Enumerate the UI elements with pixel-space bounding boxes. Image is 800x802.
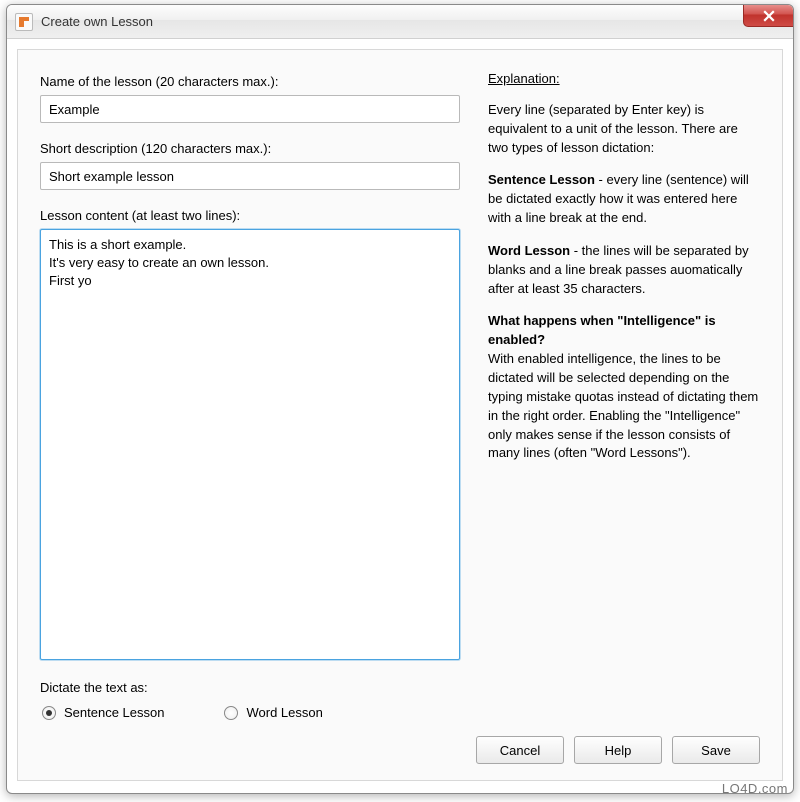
lesson-name-label: Name of the lesson (20 characters max.): (40, 74, 460, 89)
radio-sentence-label: Sentence Lesson (64, 705, 164, 720)
dictate-radios: Sentence Lesson Word Lesson (40, 705, 460, 720)
word-lesson-bold: Word Lesson (488, 243, 570, 258)
help-button[interactable]: Help (574, 736, 662, 764)
lesson-name-input[interactable] (40, 95, 460, 123)
radio-word-lesson[interactable]: Word Lesson (224, 705, 322, 720)
dictate-section: Dictate the text as: Sentence Lesson Wor… (40, 676, 460, 720)
intel-body: With enabled intelligence, the lines to … (488, 351, 758, 460)
left-column: Name of the lesson (20 characters max.):… (40, 70, 460, 720)
radio-circle-icon (224, 706, 238, 720)
lesson-content-textarea[interactable] (40, 229, 460, 660)
radio-word-label: Word Lesson (246, 705, 322, 720)
explanation-sentence: Sentence Lesson - every line (sentence) … (488, 171, 760, 228)
dictate-label: Dictate the text as: (40, 680, 460, 695)
columns: Name of the lesson (20 characters max.):… (40, 70, 760, 720)
radio-sentence-lesson[interactable]: Sentence Lesson (42, 705, 164, 720)
close-button[interactable] (743, 5, 793, 27)
cancel-button[interactable]: Cancel (476, 736, 564, 764)
titlebar: Create own Lesson (7, 5, 793, 39)
window-title: Create own Lesson (41, 14, 153, 29)
dialog-window: Create own Lesson Name of the lesson (20… (6, 4, 794, 794)
explanation-word: Word Lesson - the lines will be separate… (488, 242, 760, 299)
app-icon (15, 13, 33, 31)
explanation-intro: Every line (separated by Enter key) is e… (488, 101, 760, 158)
intel-heading: What happens when "Intelligence" is enab… (488, 313, 716, 347)
sentence-lesson-bold: Sentence Lesson (488, 172, 595, 187)
dialog-body: Name of the lesson (20 characters max.):… (17, 49, 783, 781)
radio-dot-icon (42, 706, 56, 720)
lesson-desc-input[interactable] (40, 162, 460, 190)
save-button[interactable]: Save (672, 736, 760, 764)
explanation-panel: Explanation: Every line (separated by En… (488, 70, 760, 720)
lesson-desc-label: Short description (120 characters max.): (40, 141, 460, 156)
button-row: Cancel Help Save (40, 736, 760, 764)
lesson-content-label: Lesson content (at least two lines): (40, 208, 460, 223)
close-icon (763, 10, 775, 22)
explanation-heading: Explanation: (488, 70, 760, 89)
explanation-intel: What happens when "Intelligence" is enab… (488, 312, 760, 463)
watermark: LO4D.com (722, 781, 788, 796)
